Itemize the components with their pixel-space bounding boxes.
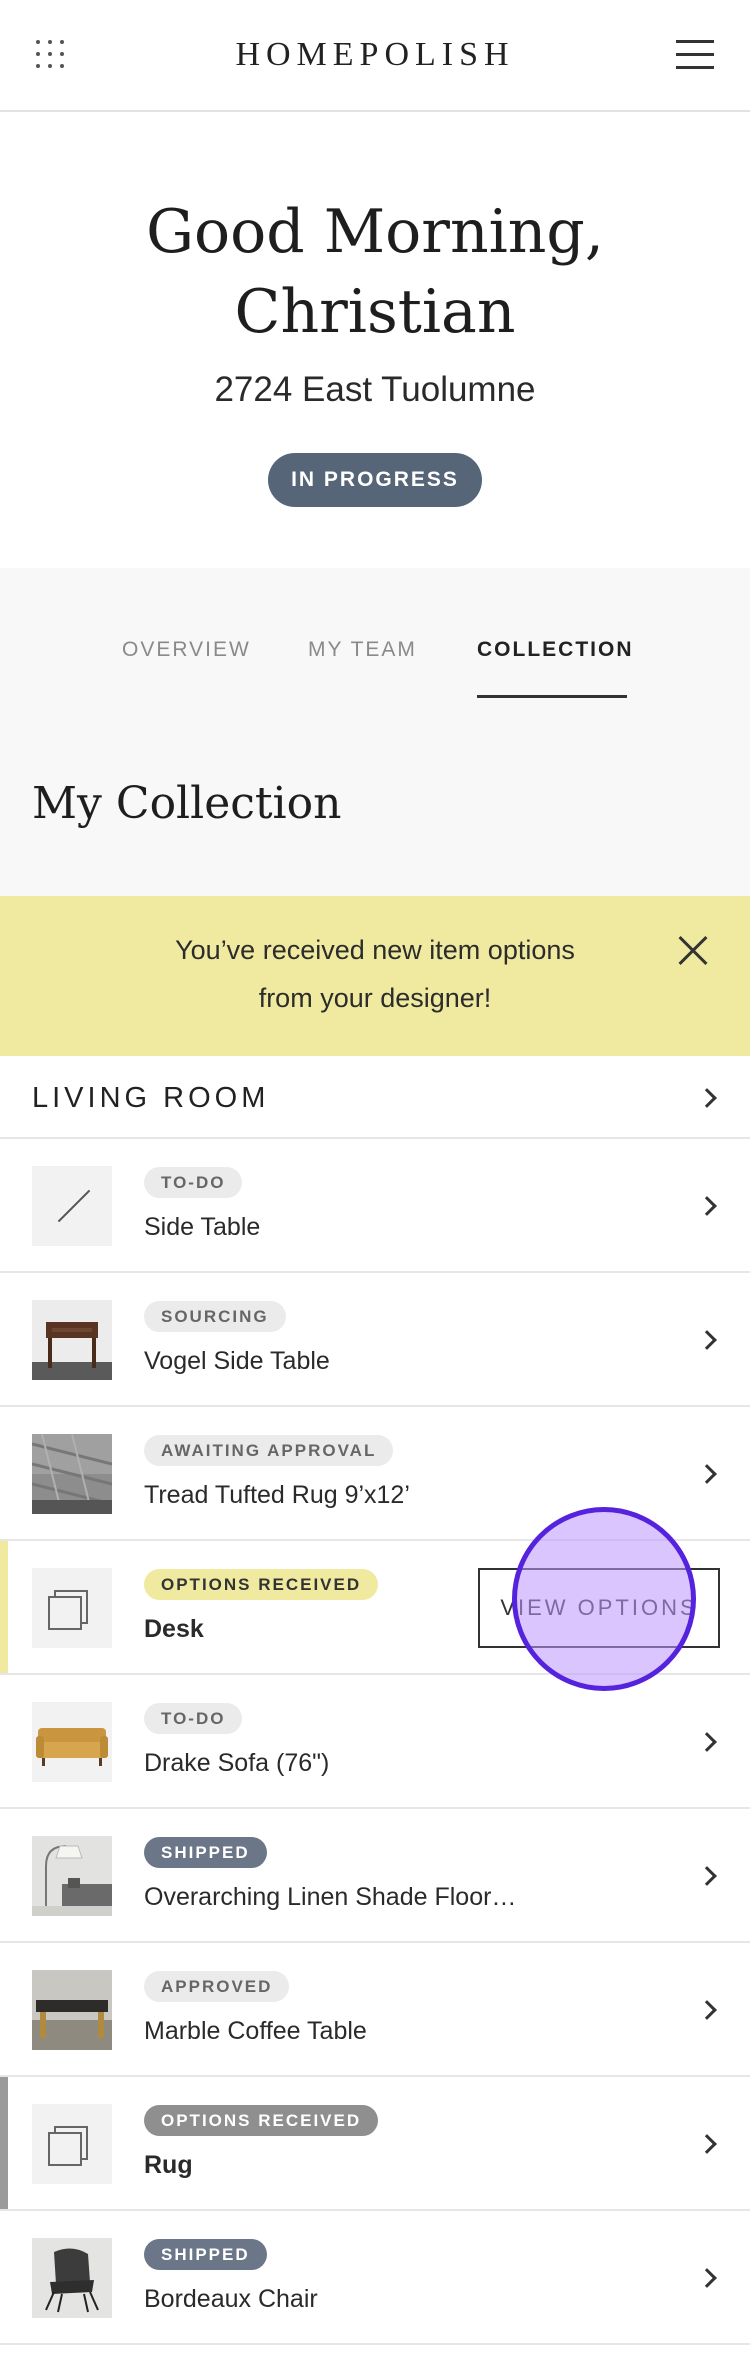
banner-message-line-1: You’ve received new item options xyxy=(175,935,575,965)
item-name: Desk xyxy=(144,1615,204,1643)
status-badge: OPTIONS RECEIVED xyxy=(144,1569,379,1600)
chevron-right-icon xyxy=(697,2000,717,2020)
project-address: 2724 East Tuolumne xyxy=(214,370,536,409)
item-name: Tread Tufted Rug 9’x12’ xyxy=(144,1481,410,1509)
item-name: Bordeaux Chair xyxy=(144,2285,318,2313)
active-tab-indicator xyxy=(477,695,627,698)
status-badge: TO-DO xyxy=(144,1703,243,1734)
touch-indicator xyxy=(512,1507,696,1691)
chevron-right-icon xyxy=(697,2134,717,2154)
chevron-right-icon xyxy=(697,1464,717,1484)
status-badge: SHIPPED xyxy=(144,2239,267,2270)
collection-item-marble-coffee-table[interactable]: APPROVED Marble Coffee Table xyxy=(0,1943,750,2077)
chevron-right-icon xyxy=(697,1196,717,1216)
collection-item-vogel-side-table[interactable]: SOURCING Vogel Side Table xyxy=(0,1273,750,1407)
status-badge: AWAITING APPROVAL xyxy=(144,1435,394,1466)
item-name: Marble Coffee Table xyxy=(144,2017,367,2045)
chevron-right-icon xyxy=(697,1866,717,1886)
status-badge: TO-DO xyxy=(144,1167,243,1198)
collection-item-bordeaux-chair[interactable]: SHIPPED Bordeaux Chair xyxy=(0,2211,750,2345)
room-name: LIVING ROOM xyxy=(32,1082,270,1114)
greeting-heading: Good Morning, Christian xyxy=(0,192,750,352)
status-badge: APPROVED xyxy=(144,1971,290,2002)
placeholder-icon xyxy=(32,1166,112,1246)
status-badge: SOURCING xyxy=(144,1301,286,1332)
stack-icon xyxy=(32,2104,112,2184)
item-name: Overarching Linen Shade Floor… xyxy=(144,1883,517,1911)
stack-icon xyxy=(32,1568,112,1648)
banner-message-line-2: from your designer! xyxy=(258,983,492,1013)
tab-overview[interactable]: OVERVIEW xyxy=(122,638,251,662)
item-thumbnail xyxy=(32,1702,112,1782)
options-received-marker xyxy=(0,2077,8,2209)
chevron-right-icon xyxy=(697,1088,717,1108)
item-thumbnail xyxy=(32,2238,112,2318)
chevron-right-icon xyxy=(697,1732,717,1752)
hamburger-menu-icon[interactable] xyxy=(676,40,714,70)
item-name: Vogel Side Table xyxy=(144,1347,330,1375)
item-thumbnail xyxy=(32,1836,112,1916)
item-thumbnail xyxy=(32,1300,112,1380)
collection-item-drake-sofa[interactable]: TO-DO Drake Sofa (76") xyxy=(0,1675,750,1809)
collection-item-rug[interactable]: OPTIONS RECEIVED Rug xyxy=(0,2077,750,2211)
tab-collection[interactable]: COLLECTION xyxy=(477,638,634,662)
collection-item-floor-lamp[interactable]: SHIPPED Overarching Linen Shade Floor… xyxy=(0,1809,750,1943)
status-badge: SHIPPED xyxy=(144,1837,267,1868)
top-bar: HOMEPOLISH xyxy=(0,0,750,112)
close-icon[interactable] xyxy=(678,936,708,966)
room-header-living-room[interactable]: LIVING ROOM xyxy=(0,1056,750,1139)
status-badge: OPTIONS RECEIVED xyxy=(144,2105,379,2136)
item-name: Side Table xyxy=(144,1213,261,1241)
collection-item-side-table[interactable]: TO-DO Side Table xyxy=(0,1139,750,1273)
item-name: Drake Sofa (76") xyxy=(144,1749,330,1777)
options-received-marker xyxy=(0,1541,8,1673)
item-thumbnail xyxy=(32,1970,112,2050)
tab-my-team[interactable]: MY TEAM xyxy=(308,638,417,662)
collection-title: My Collection xyxy=(32,778,342,829)
greeting-line-2: Christian xyxy=(234,277,516,347)
brand-logo[interactable]: HOMEPOLISH xyxy=(0,36,750,74)
greeting-line-1: Good Morning, xyxy=(146,197,604,267)
greeting-section: Good Morning, Christian 2724 East Tuolum… xyxy=(0,114,750,568)
chevron-right-icon xyxy=(697,1330,717,1350)
item-name: Rug xyxy=(144,2151,193,2179)
notification-banner: You’ve received new item options from yo… xyxy=(0,896,750,1056)
chevron-right-icon xyxy=(697,2268,717,2288)
banner-message: You’ve received new item options from yo… xyxy=(125,926,625,1022)
item-thumbnail xyxy=(32,1434,112,1514)
project-tabs-section: OVERVIEW MY TEAM COLLECTION My Collectio… xyxy=(0,568,750,896)
project-status-badge: IN PROGRESS xyxy=(268,453,482,507)
